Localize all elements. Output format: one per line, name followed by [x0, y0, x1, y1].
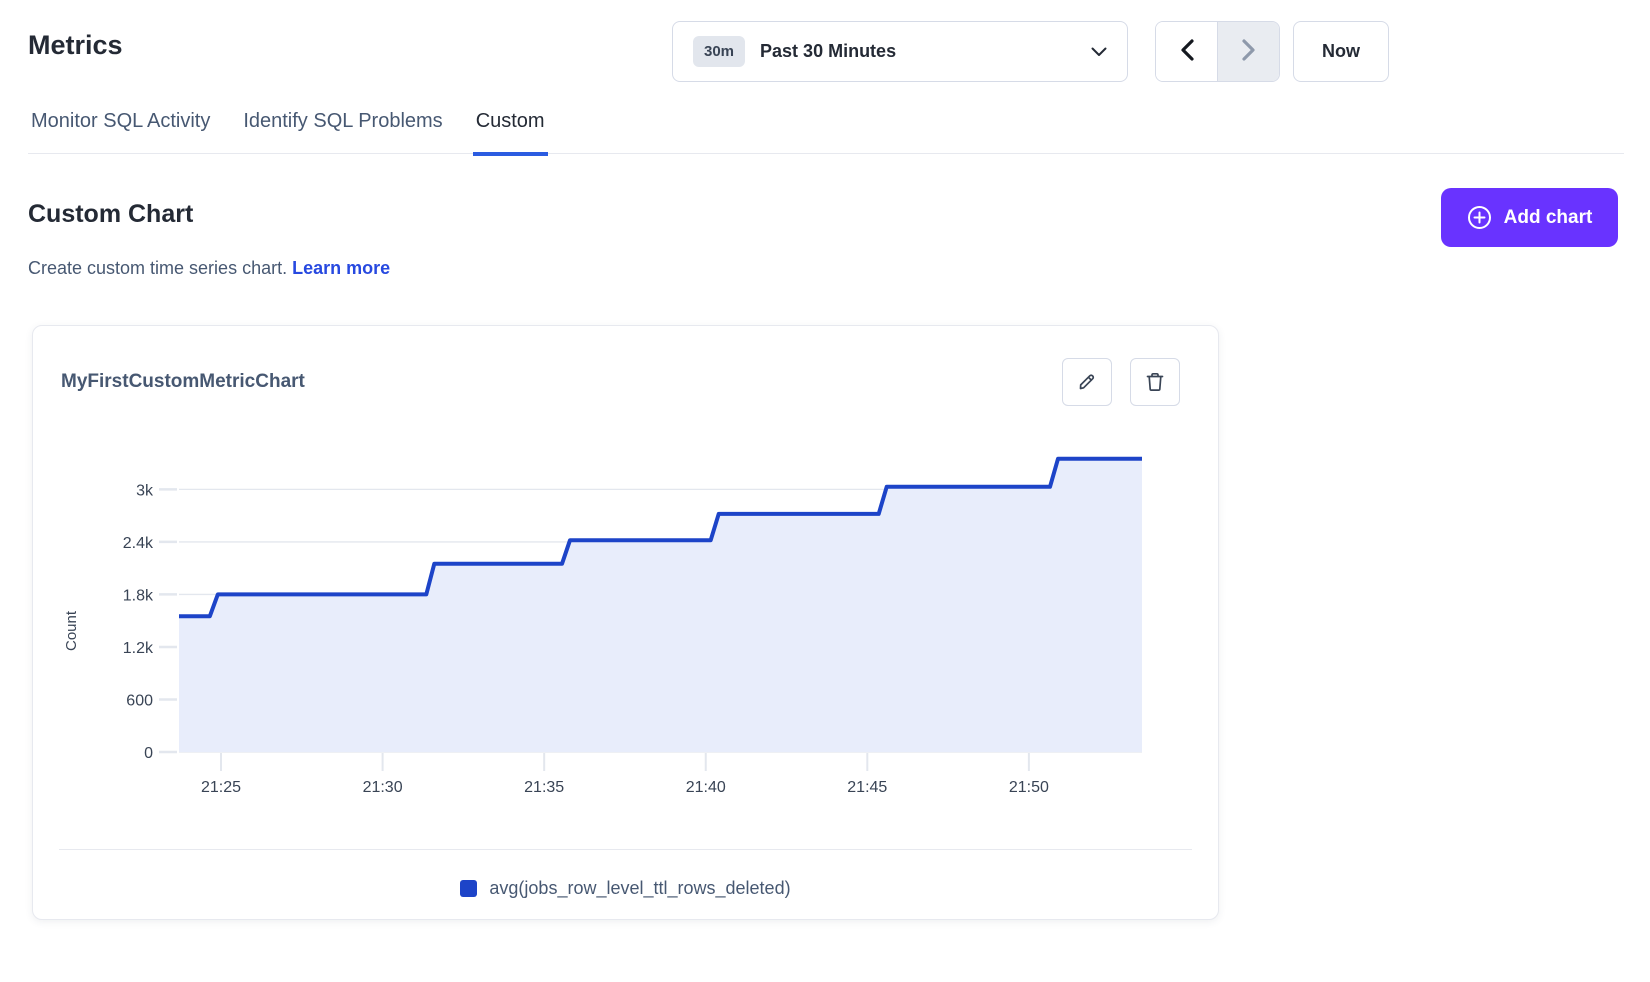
section-title: Custom Chart	[28, 200, 193, 229]
next-time-button[interactable]	[1217, 22, 1279, 81]
section-description: Create custom time series chart. Learn m…	[28, 258, 390, 279]
section-description-text: Create custom time series chart.	[28, 258, 287, 278]
time-range-badge: 30m	[693, 36, 745, 67]
tab-identify-sql-problems[interactable]: Identify SQL Problems	[240, 108, 445, 156]
chevron-right-icon	[1242, 39, 1256, 64]
svg-text:21:25: 21:25	[201, 779, 241, 796]
chart-card: MyFirstCustomMetricChart 0 600 1.2k 1.8k 2.4…	[32, 325, 1219, 920]
time-range-label: Past 30 Minutes	[760, 41, 896, 62]
svg-text:21:45: 21:45	[847, 779, 887, 796]
svg-text:2.4k: 2.4k	[123, 535, 154, 552]
svg-text:21:30: 21:30	[363, 779, 403, 796]
svg-text:21:50: 21:50	[1009, 779, 1049, 796]
legend-divider	[59, 849, 1192, 850]
page-title: Metrics	[28, 30, 123, 61]
svg-text:21:40: 21:40	[686, 779, 726, 796]
svg-text:1.2k: 1.2k	[123, 640, 154, 657]
chart-title: MyFirstCustomMetricChart	[61, 371, 305, 393]
pencil-icon	[1076, 371, 1098, 393]
add-chart-button[interactable]: Add chart	[1441, 188, 1618, 247]
edit-chart-button[interactable]	[1062, 358, 1112, 406]
chart-card-header: MyFirstCustomMetricChart	[61, 358, 1180, 406]
time-pager	[1155, 21, 1280, 82]
time-range-select[interactable]: 30m Past 30 Minutes	[672, 21, 1128, 82]
learn-more-link[interactable]: Learn more	[292, 258, 390, 278]
svg-text:21:35: 21:35	[524, 779, 564, 796]
legend-swatch	[460, 880, 477, 897]
add-chart-button-label: Add chart	[1504, 207, 1593, 229]
chevron-left-icon	[1180, 39, 1194, 64]
now-button[interactable]: Now	[1293, 21, 1389, 82]
plus-circle-icon	[1467, 205, 1492, 230]
legend-label: avg(jobs_row_level_ttl_rows_deleted)	[489, 878, 790, 899]
prev-time-button[interactable]	[1156, 22, 1217, 81]
svg-text:1.8k: 1.8k	[123, 587, 154, 604]
tab-custom[interactable]: Custom	[473, 108, 548, 156]
svg-text:Count: Count	[63, 610, 80, 651]
chevron-down-icon	[1091, 47, 1107, 57]
svg-text:3k: 3k	[136, 482, 154, 499]
svg-text:600: 600	[126, 692, 153, 709]
custom-chart-plot: 0 600 1.2k 1.8k 2.4k 3k 21:25 21:30 21:35 21:40 21…	[41, 426, 1166, 806]
svg-text:0: 0	[144, 745, 153, 762]
chart-legend: avg(jobs_row_level_ttl_rows_deleted)	[33, 878, 1218, 899]
delete-chart-button[interactable]	[1130, 358, 1180, 406]
trash-icon	[1144, 371, 1166, 393]
tabs-bar: Monitor SQL Activity Identify SQL Proble…	[28, 108, 1624, 154]
tab-monitor-sql-activity[interactable]: Monitor SQL Activity	[28, 108, 213, 156]
